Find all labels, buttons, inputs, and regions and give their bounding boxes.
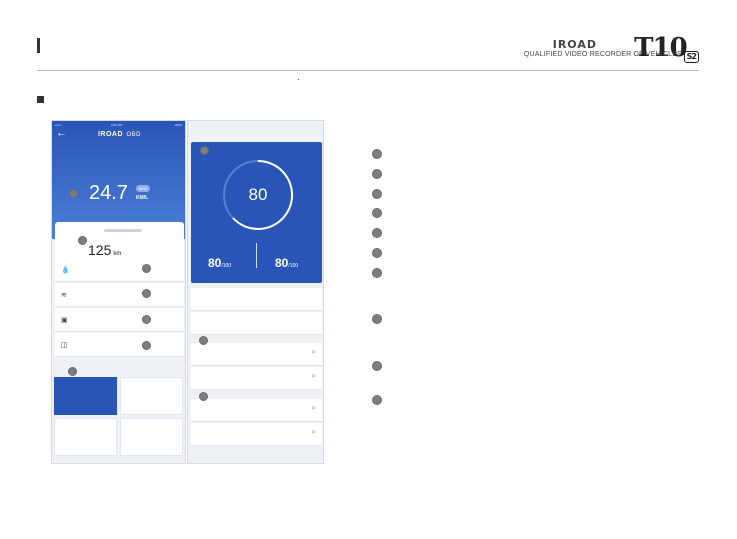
- info-row-2[interactable]: [191, 312, 322, 335]
- list-row-3[interactable]: >: [191, 399, 322, 422]
- brand-logo: IROAD: [552, 38, 597, 51]
- app-title-name: IROAD: [97, 131, 124, 138]
- menu-tiles: [52, 375, 185, 463]
- score-panel: 80 80/100 80/100: [191, 142, 322, 283]
- brand-model-name: T10: [634, 33, 688, 63]
- legend-marker-1: [372, 149, 382, 159]
- app-title-suffix: OBD: [126, 132, 142, 138]
- legend-marker-3: [372, 189, 382, 199]
- brand-model-suffix: S2: [683, 51, 699, 63]
- list-row-1[interactable]: >: [191, 343, 322, 366]
- callout-marker-10: [199, 392, 208, 401]
- brand-model: T10S2: [634, 33, 699, 63]
- sub-score-right-max: /100: [288, 263, 299, 269]
- header-dot: [298, 79, 299, 80]
- legend-marker-2: [372, 169, 382, 179]
- sub-score-left-max: /100: [221, 263, 232, 269]
- chevron-right-icon: >: [311, 350, 315, 356]
- fuel-efficiency-value: 24.7: [89, 182, 128, 204]
- score-value: 80: [248, 185, 268, 204]
- fuel-efficiency-unit: KM/L: [136, 195, 149, 201]
- header-divider: [37, 70, 699, 71]
- score-divider: [256, 243, 257, 268]
- sub-score-right: 80/100: [275, 256, 298, 270]
- callout-marker-9: [199, 336, 208, 345]
- fuel-avg-badge[interactable]: AVG: [136, 185, 150, 192]
- status-bar: •••••• 9:41 AM 100%: [55, 123, 184, 129]
- menu-tile-1[interactable]: [54, 377, 117, 415]
- callout-marker-4: [142, 289, 151, 298]
- legend-marker-8: [372, 314, 382, 324]
- brand-tagline: QUALIFIED VIDEO RECORDER OF VEHICLES: [523, 51, 682, 58]
- drag-handle[interactable]: [104, 229, 142, 232]
- header-accent-bar: [37, 38, 40, 53]
- status-battery: 100%: [174, 123, 182, 127]
- chevron-right-icon: >: [311, 430, 315, 436]
- callout-marker-1: [69, 189, 78, 198]
- fuel-drop-icon: 💧: [61, 267, 70, 274]
- sub-score-left-value: 80: [208, 256, 222, 270]
- callout-marker-2: [78, 236, 87, 245]
- list-item-fuel-pump[interactable]: ▣: [55, 308, 184, 332]
- callout-marker-6: [142, 341, 151, 350]
- distance-unit: km: [113, 251, 122, 257]
- list-item-battery[interactable]: ◫: [55, 333, 184, 357]
- fuel-pump-icon: ▣: [61, 317, 68, 324]
- list-row-2[interactable]: >: [191, 367, 322, 390]
- chevron-right-icon: >: [311, 406, 315, 412]
- legend-marker-6: [372, 248, 382, 258]
- fuel-efficiency-screen: •••••• 9:41 AM 100% ← IROAD OBD 24.7 AVG…: [51, 120, 186, 464]
- legend-marker-9: [372, 361, 382, 371]
- info-row-1[interactable]: [191, 288, 322, 311]
- sub-score-left: 80/100: [208, 256, 231, 270]
- callout-marker-8: [200, 146, 209, 155]
- driving-score-screen: 80 80/100 80/100 > > > >: [187, 120, 324, 464]
- callout-marker-3: [142, 264, 151, 273]
- list-item-coolant[interactable]: ≋: [55, 283, 184, 307]
- legend-marker-5: [372, 228, 382, 238]
- sub-score-right-value: 80: [275, 256, 289, 270]
- list-item-fuel[interactable]: 💧: [55, 258, 184, 282]
- menu-tile-4[interactable]: [120, 418, 183, 456]
- section-bullet: [37, 96, 44, 103]
- app-title: IROAD OBD: [52, 131, 185, 138]
- distance-readout: 125 km: [88, 242, 121, 258]
- chevron-right-icon: >: [311, 374, 315, 380]
- battery-icon: ◫: [61, 342, 68, 349]
- menu-tile-3[interactable]: [54, 418, 117, 456]
- callout-marker-7: [68, 367, 77, 376]
- coolant-temp-icon: ≋: [61, 292, 67, 299]
- status-time: 9:41 AM: [111, 123, 123, 127]
- callout-marker-5: [142, 315, 151, 324]
- legend-marker-10: [372, 395, 382, 405]
- distance-value: 125: [88, 242, 112, 258]
- legend-marker-4: [372, 208, 382, 218]
- menu-tile-2[interactable]: [120, 377, 183, 415]
- legend-marker-7: [372, 268, 382, 278]
- list-row-4[interactable]: >: [191, 423, 322, 446]
